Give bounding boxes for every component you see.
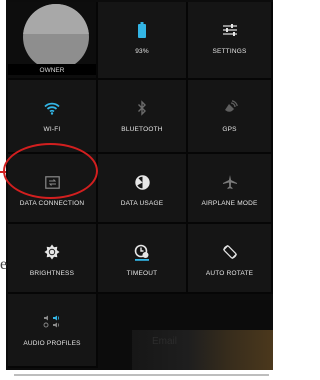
audio-profiles-tile[interactable]: AUDIO PROFILES	[8, 294, 98, 368]
gps-tile[interactable]: GPS	[188, 80, 273, 154]
settings-label: SETTINGS	[212, 48, 247, 55]
gps-label: GPS	[222, 126, 237, 133]
brightness-label: BRIGHTNESS	[29, 270, 75, 277]
bluetooth-label: BLUETOOTH	[121, 126, 163, 133]
auto-rotate-label: AUTO ROTATE	[205, 270, 254, 277]
sliders-icon	[188, 20, 271, 40]
data-connection-label: DATA CONNECTION	[19, 200, 85, 207]
airplane-mode-label: AIRPLANE MODE	[201, 200, 258, 207]
airplane-mode-tile[interactable]: AIRPLANE MODE	[188, 154, 273, 224]
owner-label: OWNER	[39, 67, 65, 74]
panel-drag-handle[interactable]	[14, 374, 269, 376]
margin-text: e	[0, 256, 8, 273]
battery-label: 93%	[135, 48, 149, 55]
brightness-icon	[8, 242, 96, 262]
data-usage-icon	[98, 172, 186, 192]
auto-rotate-icon	[188, 242, 271, 262]
audio-profiles-icon	[8, 312, 96, 332]
airplane-icon	[188, 172, 271, 192]
annotation-circle	[3, 143, 98, 199]
auto-rotate-tile[interactable]: AUTO ROTATE	[188, 224, 273, 294]
timeout-icon	[98, 242, 186, 262]
timeout-tile[interactable]: TIMEOUT	[98, 224, 188, 294]
data-usage-label: DATA USAGE	[120, 200, 164, 207]
bluetooth-tile[interactable]: BLUETOOTH	[98, 80, 188, 154]
settings-tile[interactable]: SETTINGS	[188, 2, 273, 80]
empty-slot	[188, 294, 273, 368]
audio-profiles-label: AUDIO PROFILES	[23, 340, 81, 347]
empty-slot	[98, 294, 188, 368]
annotation-pointer	[0, 171, 6, 173]
bluetooth-icon	[98, 98, 186, 118]
wifi-icon	[8, 98, 96, 118]
wifi-label: WI-FI	[43, 126, 61, 133]
battery-icon	[98, 20, 186, 40]
brightness-tile[interactable]: BRIGHTNESS	[8, 224, 98, 294]
avatar-icon	[23, 4, 89, 70]
data-usage-tile[interactable]: DATA USAGE	[98, 154, 188, 224]
owner-tile[interactable]: OWNER	[8, 2, 98, 80]
screenshot: Email OWNER 93% SETTINGS WI-FI BLUETOOTH…	[0, 0, 273, 380]
gps-icon	[188, 98, 271, 118]
battery-tile[interactable]: 93%	[98, 2, 188, 80]
timeout-label: TIMEOUT	[126, 270, 158, 277]
